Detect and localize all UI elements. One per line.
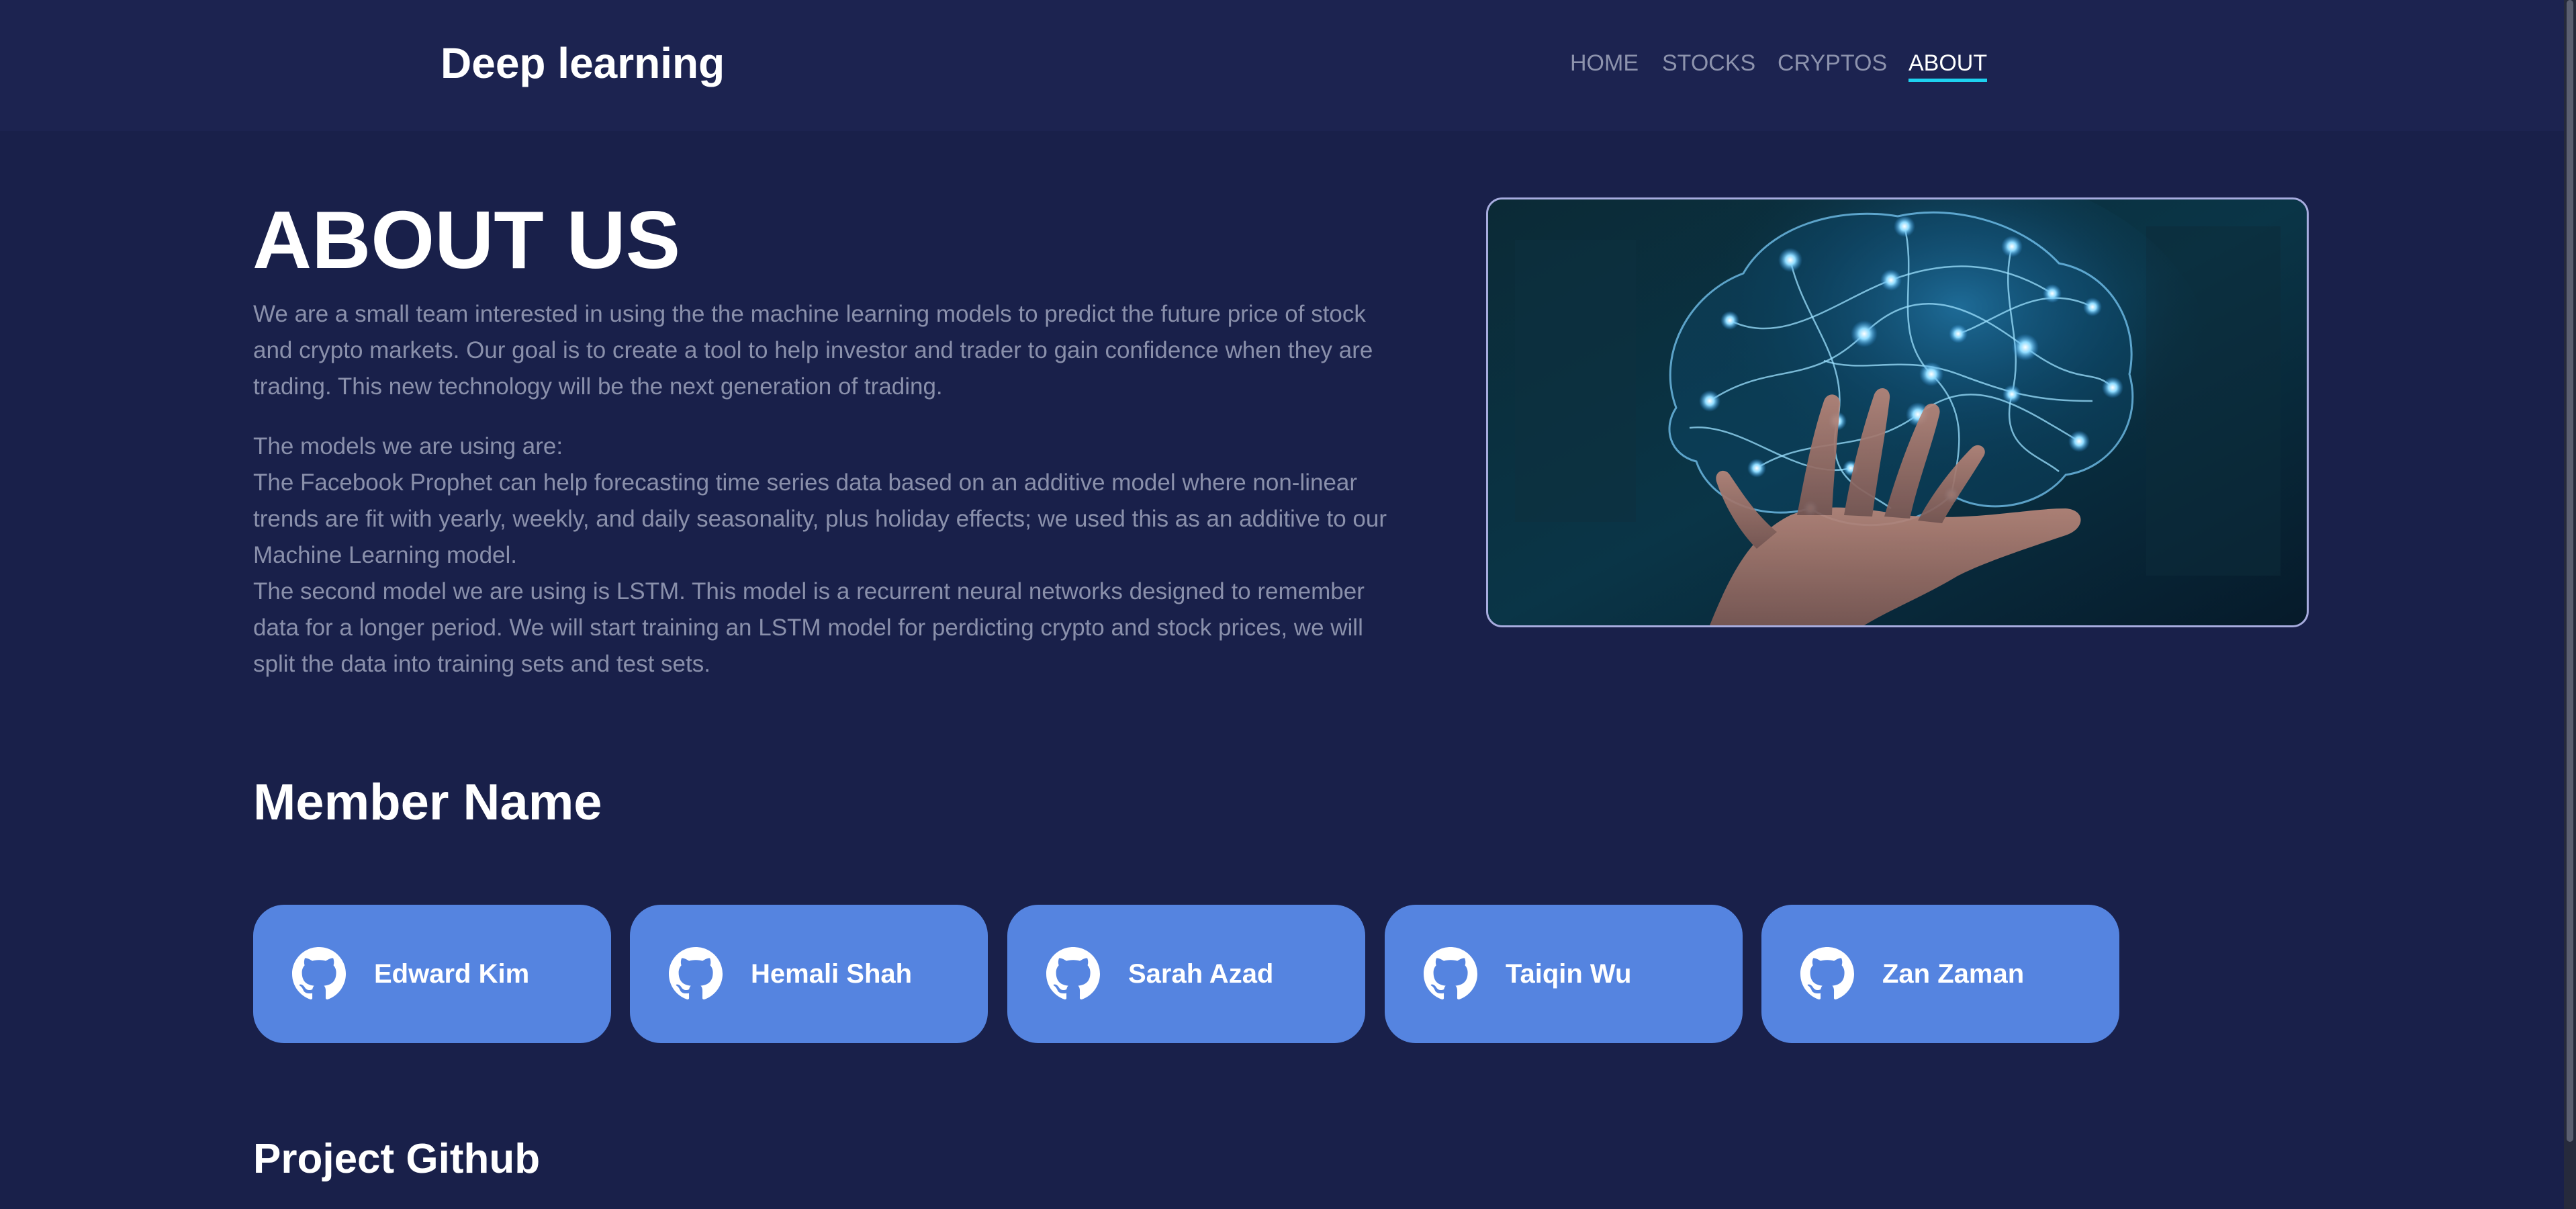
model-lstm-description: The second model we are using is LSTM. T… [253, 578, 1365, 677]
member-name: Taiqin Wu [1506, 959, 1632, 989]
github-icon [292, 947, 346, 1000]
scrollbar-thumb[interactable] [2567, 0, 2573, 1142]
model-prophet-description: The Facebook Prophet can help forecastin… [253, 469, 1387, 568]
brand-logo[interactable]: Deep learning [441, 39, 725, 87]
active-nav-indicator [1908, 79, 1988, 82]
member-name: Zan Zaman [1882, 959, 2025, 989]
hero-image [1486, 197, 2309, 627]
member-card-edward-kim[interactable]: Edward Kim [253, 905, 611, 1043]
member-card-sarah-azad[interactable]: Sarah Azad [1007, 905, 1365, 1043]
about-intro: We are a small team interested in using … [253, 301, 1373, 400]
member-card-zan-zaman[interactable]: Zan Zaman [1761, 905, 2119, 1043]
github-icon [669, 947, 723, 1000]
nav-about[interactable]: ABOUT [1908, 50, 1988, 82]
member-name: Hemali Shah [751, 959, 913, 989]
nav-stocks[interactable]: STOCKS [1662, 50, 1755, 77]
about-title: ABOUT US [252, 194, 681, 285]
member-card-hemali-shah[interactable]: Hemali Shah [630, 905, 988, 1043]
nav-cryptos[interactable]: CRYPTOS [1778, 50, 1887, 77]
models-heading: The models we are using are: [253, 433, 563, 459]
member-name: Sarah Azad [1128, 959, 1274, 989]
brain-hand-illustration [1488, 199, 2307, 625]
github-icon [1046, 947, 1100, 1000]
github-icon [1424, 947, 1477, 1000]
members-title: Member Name [253, 774, 602, 831]
member-name: Edward Kim [374, 959, 530, 989]
project-github-title: Project Github [253, 1136, 541, 1182]
page-scrollbar[interactable] [2564, 0, 2576, 1209]
member-card-taiqin-wu[interactable]: Taiqin Wu [1385, 905, 1743, 1043]
github-icon [1800, 947, 1854, 1000]
nav-about-label: ABOUT [1908, 50, 1988, 76]
navbar: Deep learning HOME STOCKS CRYPTOS ABOUT [0, 0, 2564, 131]
nav-home[interactable]: HOME [1570, 50, 1639, 77]
